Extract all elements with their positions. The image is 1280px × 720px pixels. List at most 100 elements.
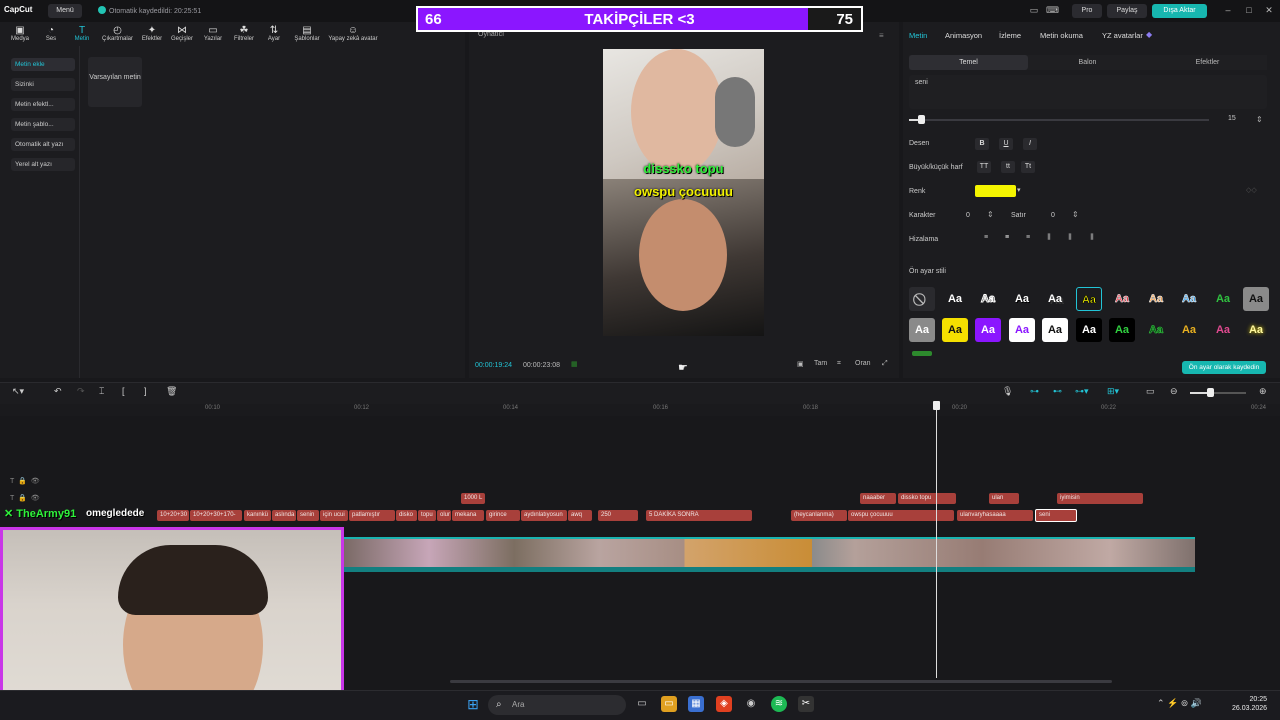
redo-icon[interactable]: ↷ bbox=[77, 386, 85, 397]
caption-line-2[interactable]: owspu çocuuuu bbox=[603, 184, 764, 199]
text-clip[interactable]: (heycanlanma) bbox=[791, 510, 847, 521]
preset-style[interactable]: Aa bbox=[942, 318, 968, 342]
tool-ai-avatar[interactable]: ☺ Yapay zekâ avatar bbox=[326, 25, 380, 42]
preview-axis-icon[interactable]: ⊶▾ bbox=[1075, 386, 1089, 397]
player-menu-icon[interactable]: ≡ bbox=[879, 31, 884, 40]
menu-button[interactable]: Menü bbox=[48, 4, 82, 18]
tray-icons[interactable]: ⌃ ⚡ ⊚ 🔊 bbox=[1157, 698, 1202, 709]
stepper-icon[interactable]: ⇕ bbox=[1072, 210, 1079, 219]
text-clip[interactable]: 5 DAKİKA SONRA bbox=[646, 510, 752, 521]
track-controls[interactable]: T 🔒 👁 bbox=[10, 494, 40, 502]
font-size-slider[interactable] bbox=[909, 119, 1209, 121]
magnet-icon[interactable]: ⊶ bbox=[1030, 386, 1039, 397]
maximize-icon[interactable]: □ bbox=[1243, 4, 1255, 16]
preset-style[interactable]: Aa bbox=[1109, 287, 1135, 311]
chevron-down-icon[interactable]: ▾ bbox=[1017, 186, 1021, 194]
store-icon[interactable]: ▦ bbox=[688, 696, 704, 712]
text-clip[interactable]: mekana bbox=[452, 510, 484, 521]
sidebar-item-local-captions[interactable]: Yerel alt yazı bbox=[11, 158, 75, 171]
text-clip[interactable]: aydınlatıyosun bbox=[521, 510, 567, 521]
crop-icon[interactable]: ⌗ bbox=[837, 360, 841, 370]
uppercase-button[interactable]: TT bbox=[977, 161, 991, 173]
char-spacing-value[interactable]: 0 bbox=[966, 212, 970, 219]
preset-style[interactable]: Aa bbox=[1009, 318, 1035, 342]
task-view-icon[interactable]: ▭ bbox=[634, 696, 650, 712]
playhead[interactable] bbox=[936, 403, 937, 678]
sidebar-item-text-effects[interactable]: Metin efektl... bbox=[11, 98, 75, 111]
font-size-value[interactable]: 15 bbox=[1228, 115, 1236, 122]
microphone-icon[interactable]: 🎙 bbox=[1002, 386, 1013, 397]
subtab-effects[interactable]: Efektler bbox=[1148, 55, 1267, 70]
layout-icon[interactable]: ▭ bbox=[1028, 4, 1040, 16]
video-track-clip[interactable] bbox=[344, 537, 1195, 567]
default-text-card[interactable]: Varsayılan metin bbox=[88, 57, 142, 107]
time-ruler[interactable] bbox=[0, 404, 1280, 416]
text-clip[interactable]: 1000 L bbox=[461, 493, 485, 504]
preset-style[interactable]: Aa bbox=[1143, 287, 1169, 311]
keyframe-icon[interactable]: ◇◇ bbox=[1246, 186, 1257, 194]
playhead-handle[interactable] bbox=[933, 401, 940, 410]
lowercase-button[interactable]: tt bbox=[1001, 161, 1015, 173]
bold-button[interactable]: B bbox=[975, 138, 989, 150]
text-clip[interactable]: naaaber bbox=[860, 493, 896, 504]
tool-adjust[interactable]: ⇅ Ayar bbox=[258, 25, 290, 42]
text-clip[interactable]: awq bbox=[568, 510, 592, 521]
preset-style[interactable]: Aa bbox=[1210, 318, 1236, 342]
tool-effects[interactable]: ✦ Efektler bbox=[136, 25, 168, 42]
zoom-slider-handle[interactable] bbox=[1207, 388, 1214, 397]
text-clip[interactable]: dissko topu bbox=[898, 493, 956, 504]
selected-text-clip[interactable]: seni bbox=[1035, 509, 1077, 522]
text-clip[interactable]: senin bbox=[297, 510, 319, 521]
split-icon[interactable]: ⌶ bbox=[99, 386, 104, 397]
shortcut-icon[interactable]: ⌨ bbox=[1046, 4, 1059, 16]
preset-style-selected[interactable]: Aa bbox=[1076, 287, 1102, 311]
text-clip[interactable]: iyimisin bbox=[1057, 493, 1143, 504]
sidebar-item-auto-captions[interactable]: Otomatik alt yazı bbox=[11, 138, 75, 151]
preset-style[interactable]: Aa bbox=[1109, 318, 1135, 342]
align-left-icon[interactable]: ≡ bbox=[979, 234, 993, 244]
preset-style[interactable]: Aa bbox=[909, 318, 935, 342]
file-explorer-icon[interactable]: ▭ bbox=[661, 696, 677, 712]
preset-none-icon[interactable]: ⃠ bbox=[909, 287, 935, 311]
preset-style[interactable]: Aa bbox=[975, 287, 1001, 311]
caption-line-1[interactable]: disssko topu bbox=[603, 161, 764, 176]
subtab-basic[interactable]: Temel bbox=[909, 55, 1028, 70]
full-button[interactable]: Tam bbox=[814, 360, 827, 370]
preset-style[interactable]: Aa bbox=[1243, 318, 1269, 342]
minimize-icon[interactable]: – bbox=[1222, 4, 1234, 16]
preset-style[interactable]: Aa bbox=[1076, 318, 1102, 342]
tool-text[interactable]: T Metin bbox=[66, 25, 98, 42]
tool-audio[interactable]: ◔ Ses bbox=[35, 25, 67, 42]
select-cursor-icon[interactable]: ↖▾ bbox=[12, 386, 24, 397]
preset-style[interactable]: Aa bbox=[1042, 318, 1068, 342]
tool-media[interactable]: ▣ Medya bbox=[4, 25, 36, 42]
link-icon[interactable]: ⊷ bbox=[1053, 386, 1062, 397]
spotify-icon[interactable]: ≋ bbox=[771, 696, 787, 712]
stepper-icon[interactable]: ⇕ bbox=[987, 210, 994, 219]
preset-style[interactable]: Aa bbox=[1042, 287, 1068, 311]
capcut-taskbar-icon[interactable]: ✂ bbox=[798, 696, 814, 712]
timeline-scrollbar[interactable] bbox=[450, 680, 1112, 683]
tool-transition[interactable]: ⋈ Geçişler bbox=[166, 25, 198, 42]
text-clip[interactable]: 10+20+30+170- bbox=[190, 510, 242, 521]
sidebar-item-add-text[interactable]: Metin ekle bbox=[11, 58, 75, 71]
align-middle-icon[interactable]: ⫼ bbox=[1063, 234, 1077, 244]
tool-template[interactable]: ▤ Şablonlar bbox=[290, 25, 324, 42]
text-clip[interactable]: 10+20+30 bbox=[157, 510, 189, 521]
waveform-icon[interactable]: ▦ bbox=[571, 360, 578, 370]
share-button[interactable]: Paylaş bbox=[1107, 4, 1147, 18]
taskbar-search[interactable]: ⌕ Ara bbox=[488, 695, 626, 715]
subtab-bubble[interactable]: Balon bbox=[1028, 55, 1147, 70]
align-top-icon[interactable]: ⫼ bbox=[1042, 234, 1056, 244]
text-clip[interactable]: patlamıştır bbox=[349, 510, 395, 521]
align-center-icon[interactable]: ≡ bbox=[1000, 234, 1014, 244]
zoom-out-icon[interactable]: ⊖ bbox=[1170, 386, 1178, 397]
tab-animation[interactable]: Animasyon bbox=[945, 31, 982, 40]
preset-style[interactable]: Aa bbox=[975, 318, 1001, 342]
ratio-button[interactable]: Oran bbox=[855, 360, 871, 370]
tab-tracking[interactable]: İzleme bbox=[999, 31, 1021, 40]
split-screen-icon[interactable]: ⊞▾ bbox=[1107, 386, 1119, 397]
export-button[interactable]: Dışa Aktar bbox=[1152, 4, 1207, 18]
text-clip[interactable]: için ucui bbox=[320, 510, 348, 521]
video-preview[interactable]: disssko topu owspu çocuuuu bbox=[603, 49, 764, 336]
